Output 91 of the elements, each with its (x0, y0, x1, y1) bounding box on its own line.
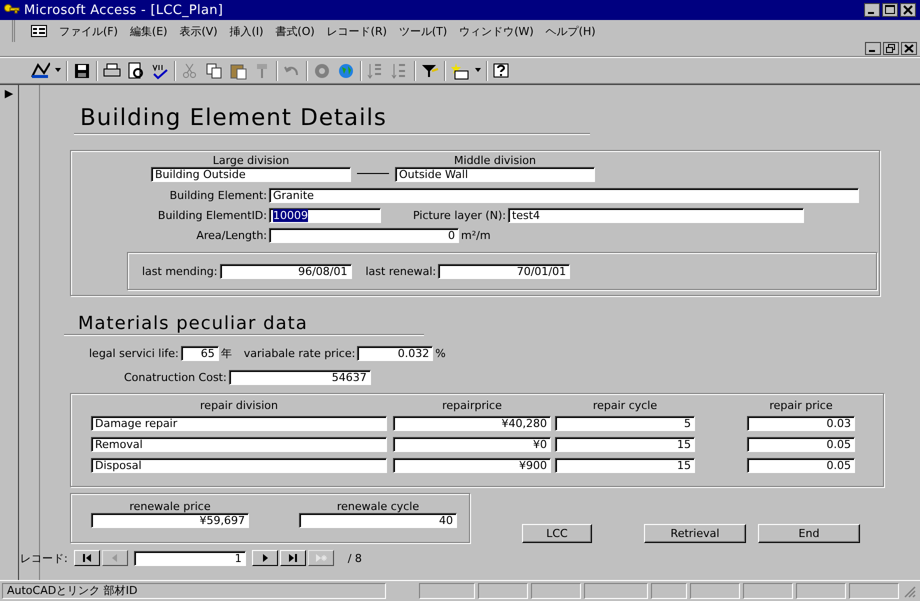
resize-grip-icon (902, 584, 916, 598)
status-panel (796, 583, 846, 599)
text-field[interactable]: Outside Wall (395, 167, 595, 182)
column-header: repair division (199, 398, 279, 412)
status-panel (690, 583, 740, 599)
menu-item[interactable]: ファイル(F) (59, 24, 118, 38)
text-field[interactable]: 40 (299, 513, 457, 528)
field-label: Conatruction Cost: (124, 370, 227, 384)
close-button[interactable] (901, 42, 917, 55)
minimize-button[interactable] (865, 42, 881, 55)
previous-record-button[interactable] (102, 550, 128, 566)
field-label: variabale rate price: (244, 346, 356, 360)
form-button[interactable]: End (758, 524, 860, 543)
field-label: Area/Length: (195, 228, 267, 242)
text-field[interactable]: ¥59,697 (91, 513, 249, 528)
status-panel (849, 583, 899, 599)
record-label: レコード: (20, 550, 68, 566)
status-panel (584, 583, 648, 599)
menu-item[interactable]: ヘルプ(H) (546, 24, 596, 38)
text-field[interactable]: 70/01/01 (438, 264, 570, 278)
text-field[interactable]: ¥0 (393, 437, 551, 452)
new-record-icon (314, 553, 328, 563)
column-header: repairprice (441, 398, 503, 412)
text-field[interactable]: Disposal (91, 458, 387, 473)
field-label: renewale cycle (336, 500, 420, 513)
text-field[interactable]: 0.032 (357, 346, 434, 360)
status-panel (531, 583, 581, 599)
field-label: Building Element: (168, 188, 267, 202)
column-header: repair price (768, 398, 834, 412)
next-record-button[interactable] (252, 550, 278, 566)
text-field[interactable]: 0.05 (747, 437, 855, 452)
form-icon (31, 24, 47, 38)
minimize-button[interactable] (864, 3, 880, 17)
menu-item[interactable]: 表示(V) (179, 24, 218, 38)
field-label: Large division (212, 154, 290, 167)
text-field[interactable]: Building Outside (151, 167, 351, 182)
menu-item[interactable]: 挿入(I) (230, 24, 264, 38)
unit-label: % (435, 346, 446, 360)
unit-label: 年 (220, 346, 232, 360)
text-field[interactable]: Granite (269, 188, 859, 202)
menu-item[interactable]: ウィンドウ(W) (459, 24, 534, 38)
first-record-button[interactable] (74, 550, 100, 566)
text-field[interactable]: ¥40,280 (393, 416, 551, 431)
maximize-button[interactable] (882, 3, 898, 17)
status-panel (651, 583, 687, 599)
column-header: repair cycle (592, 398, 658, 412)
status-panel (743, 583, 793, 599)
field-label: last mending: (142, 264, 218, 278)
field-label: Picture layer (N): (413, 208, 506, 222)
text-field[interactable]: 0.05 (747, 458, 855, 473)
record-marker: ▶ (4, 87, 14, 101)
text-field[interactable]: ¥900 (393, 458, 551, 473)
menu-item[interactable]: ツール(T) (398, 24, 448, 38)
text-field[interactable]: 0 (269, 228, 459, 242)
text-field[interactable]: 10009 (269, 208, 381, 222)
record-selector[interactable]: ▶ (0, 85, 19, 580)
field-label: last renewal: (366, 264, 436, 278)
menu-item[interactable]: 書式(O) (275, 24, 315, 38)
menu-item[interactable]: 編集(E) (130, 24, 168, 38)
menu-item[interactable]: レコード(R) (326, 24, 387, 38)
status-panel (419, 583, 475, 599)
field-label: Building ElementID: (156, 208, 267, 222)
text-field[interactable]: test4 (508, 208, 804, 222)
form-button[interactable]: Retrieval (644, 524, 746, 543)
restore-button[interactable] (883, 42, 899, 55)
unit-label: m²/m (461, 228, 491, 242)
section-title: Materials peculiar data (64, 313, 424, 335)
field-label: legal servici life: (89, 346, 179, 360)
close-button[interactable] (900, 3, 916, 17)
text-field[interactable]: 15 (555, 437, 695, 452)
text-field[interactable]: 54637 (228, 370, 371, 384)
form-title: Building Element Details (74, 105, 590, 134)
field-label: renewale price (129, 500, 211, 513)
form-button[interactable]: LCC (522, 524, 592, 543)
text-field[interactable]: 96/08/01 (220, 264, 352, 278)
copy-icon[interactable] (204, 60, 224, 80)
record-count: / 8 (348, 552, 362, 564)
text-field[interactable]: Removal (91, 437, 387, 452)
text-field[interactable]: 15 (555, 458, 695, 473)
window-title: Microsoft Access - [LCC_Plan] (24, 2, 224, 18)
text-field[interactable]: 0.03 (747, 416, 855, 431)
print-preview-icon[interactable] (126, 60, 146, 80)
new-record-button[interactable] (308, 550, 334, 566)
text-field[interactable]: 5 (555, 416, 695, 431)
field-label: Middle division (454, 154, 536, 167)
record-number-field[interactable]: 1 (134, 550, 246, 566)
text-field[interactable]: 65 (180, 346, 219, 360)
status-panel (478, 583, 528, 599)
status-text: AutoCADとリンク 部材ID (2, 583, 386, 599)
last-record-button[interactable] (280, 550, 306, 566)
text-field[interactable]: Damage repair (91, 416, 387, 431)
